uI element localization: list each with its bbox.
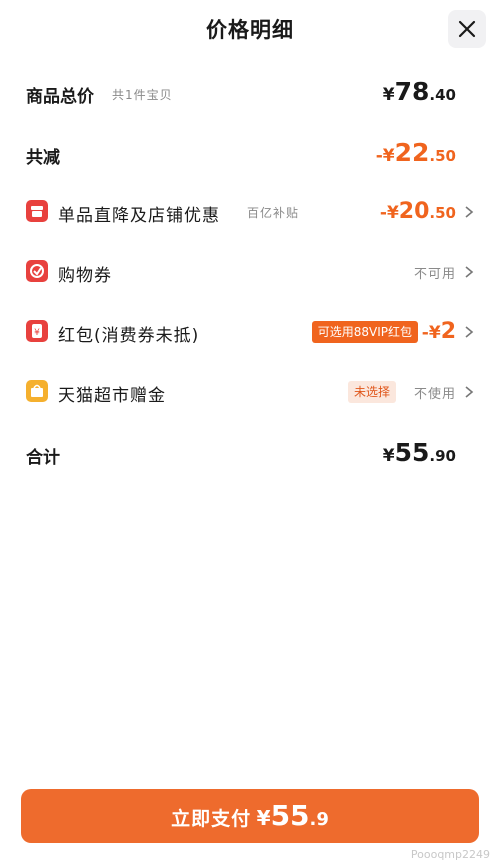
goods-total-price: ¥78.40 [382,77,456,106]
close-icon [458,20,476,38]
goods-total-row: 商品总价 共1件宝贝 ¥78.40 [0,72,500,112]
red-packet-amount: -¥2 [421,319,456,344]
reduced-label: 共减 [26,148,60,168]
header: 价格明细 [0,0,500,58]
page-title: 价格明细 [206,18,294,42]
supermarket-gift-status: 不使用 [413,387,456,402]
red-packet-label: 红包(消费券未抵) [58,326,200,346]
total-row: 合计 ¥55.90 [0,433,500,473]
close-button[interactable] [448,10,486,48]
total-price: ¥55.90 [382,438,456,467]
discount-item-supermarket-gift[interactable]: 天猫超市赠金 未选择 不使用 [0,373,500,413]
chevron-right-icon [465,386,474,398]
unselected-tag: 未选择 [347,381,396,403]
discount-item-red-packet[interactable]: ¥ 红包(消费券未抵) 可选用88VIP红包 -¥2 [0,313,500,353]
store-discount-icon [26,200,48,222]
svg-text:¥: ¥ [34,328,40,338]
reduced-row: 共减 -¥22.50 [0,133,500,173]
watermark: Poooqmp2249 [410,848,490,861]
chevron-right-icon [465,266,474,278]
gift-bag-icon [26,380,48,402]
coupon-icon [26,260,48,282]
red-packet-icon: ¥ [26,320,48,342]
supermarket-gift-label: 天猫超市赠金 [58,386,166,406]
coupon-label: 购物券 [58,266,112,286]
total-label: 合计 [26,448,60,468]
goods-count: 共1件宝贝 [112,88,173,102]
discount-item-sub: 百亿补贴 [247,206,300,220]
vip-red-packet-tag[interactable]: 可选用88VIP红包 [311,321,418,343]
pay-now-button[interactable]: 立即支付 ¥55.9 [21,789,479,843]
discount-item-amount: -¥20.50 [379,199,456,224]
discount-item-coupon[interactable]: 购物券 不可用 [0,253,500,293]
discount-item-label: 单品直降及店铺优惠 [58,206,220,226]
chevron-right-icon [465,206,474,218]
coupon-status: 不可用 [413,267,456,282]
discount-item-store[interactable]: 单品直降及店铺优惠 百亿补贴 -¥20.50 [0,193,500,233]
goods-total-label: 商品总价 [26,87,94,107]
chevron-right-icon [465,326,474,338]
reduced-amount: -¥22.50 [375,138,456,167]
